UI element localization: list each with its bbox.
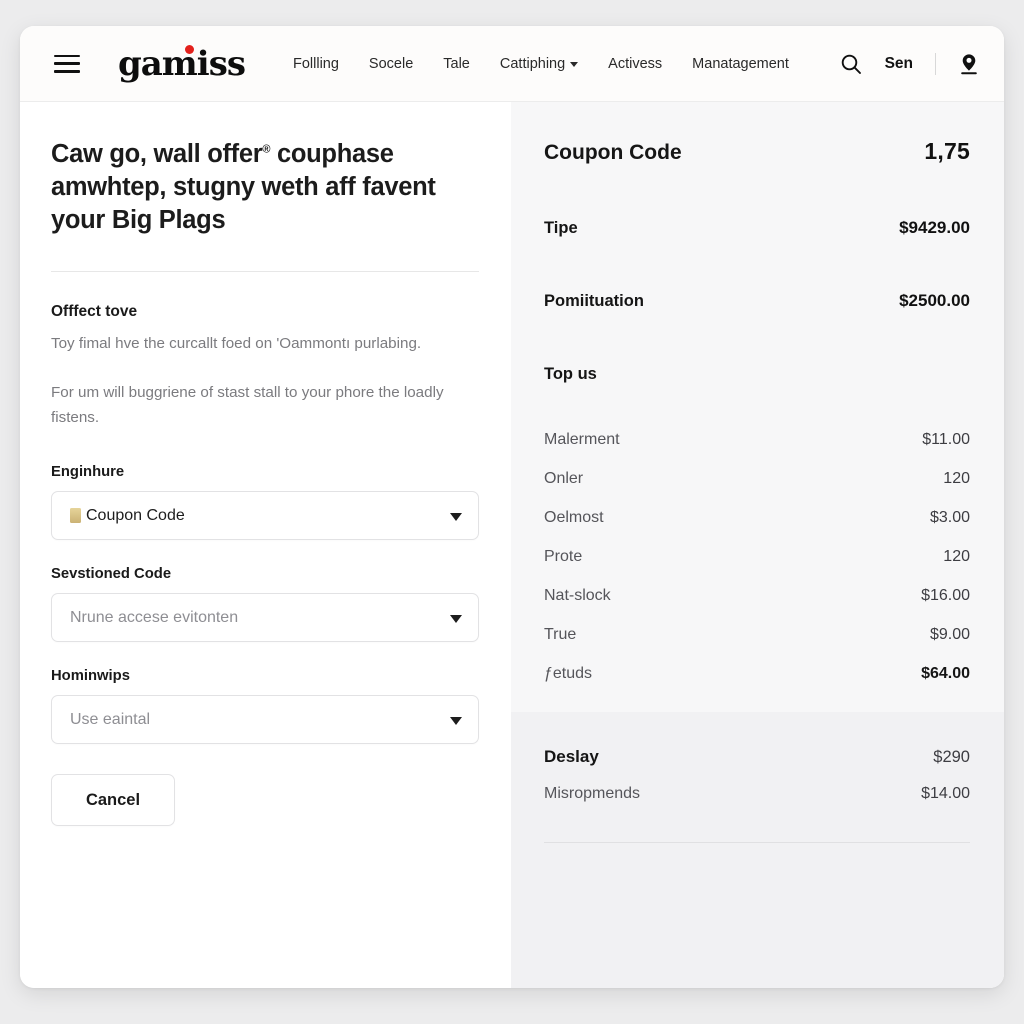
line-item-value: $9.00	[929, 625, 970, 643]
line-item-row: Onler 120	[544, 459, 970, 498]
nav-item-tale[interactable]: Tale	[443, 56, 470, 72]
select-placeholder: Use eaintal	[70, 710, 151, 728]
hominwips-select[interactable]: Use eaintal	[51, 695, 479, 745]
line-item-row: Nat-slock $16.00	[544, 576, 970, 615]
line-item-value: $11.00	[922, 430, 970, 448]
line-item-label: ƒetuds	[544, 664, 593, 682]
nav-item-socele[interactable]: Socele	[369, 56, 413, 72]
summary-top-section: Coupon Code 1,75 Tipe $9429.00 Pomiituat…	[511, 102, 1004, 384]
description-paragraph-1: Toy fimal hve the curcallt foed on 'Oamm…	[51, 335, 422, 353]
line-item-label: Malerment	[544, 430, 620, 448]
line-item-label: Oelmost	[544, 508, 604, 526]
field-group-sevstioned-code: Sevstioned Code Nrune accese evitonten	[51, 566, 479, 643]
nav-item-cattiphing[interactable]: Cattiphing	[499, 55, 579, 72]
line-items-list: Malerment $11.00 Onler 120 Oelmost $3.00…	[511, 420, 1004, 693]
summary-headline-label: Coupon Code	[544, 141, 682, 164]
line-item-label: Onler	[544, 469, 584, 487]
page-title-main: Caw go, wall offer	[51, 140, 263, 168]
line-item-row: Oelmost $3.00	[544, 498, 970, 537]
field-group-enginhure: Enginhure Coupon Code	[51, 464, 479, 541]
header-divider	[935, 52, 936, 75]
line-item-row: Prote 120	[544, 537, 970, 576]
nav-item-activess[interactable]: Activess	[608, 56, 662, 72]
field-label: Hominwips	[51, 668, 130, 685]
brand-red-dot-icon	[185, 44, 194, 54]
nav-item-label: Follling	[292, 55, 339, 72]
coupon-ticket-icon	[70, 508, 81, 524]
total-row-label: Deslay	[544, 747, 599, 766]
nav-item-follling[interactable]: Follling	[293, 56, 339, 72]
hamburger-bar	[54, 69, 80, 73]
select-placeholder: Nrune accese evitonten	[70, 608, 239, 626]
total-row-value: $14.00	[921, 785, 970, 802]
chevron-down-icon	[570, 62, 579, 67]
chevron-down-icon	[450, 716, 462, 725]
totals-divider	[544, 842, 970, 843]
page-title: Caw go, wall offer® couphase amwhtep, st…	[51, 138, 479, 237]
content-area: Caw go, wall offer® couphase amwhtep, st…	[20, 102, 1004, 988]
section-heading: Offfect tove	[51, 303, 138, 321]
nav-item-label: Manatagement	[692, 55, 789, 72]
hamburger-bar	[54, 62, 80, 65]
brand-logo-text: gamiss	[118, 43, 246, 84]
nav-item-label: Activess	[608, 55, 663, 72]
account-pin-icon[interactable]	[958, 52, 980, 76]
total-row-label: Misropmends	[544, 785, 641, 802]
summary-row-label: Pomiituation	[544, 292, 644, 310]
line-item-value: $64.00	[921, 664, 970, 682]
nav-item-label: Tale	[443, 55, 470, 72]
line-item-row: True $9.00	[544, 615, 970, 654]
chevron-down-icon	[450, 614, 462, 623]
line-item-row: ƒetuds $64.00	[544, 654, 970, 693]
total-row-misropmends: Misropmends $14.00	[544, 776, 970, 812]
summary-headline-value: 1,75	[924, 138, 970, 164]
nav-item-label: Cattiphing	[499, 55, 566, 72]
line-item-row: Malerment $11.00	[544, 420, 970, 459]
chevron-down-icon	[450, 512, 462, 521]
summary-row-value: $2500.00	[899, 291, 970, 310]
app-window: gamiss Follling Socele Tale Cattiphing A…	[20, 26, 1004, 988]
line-item-label: True	[544, 625, 577, 643]
enginhure-select[interactable]: Coupon Code	[51, 491, 479, 541]
brand-logo[interactable]: gamiss	[118, 43, 246, 84]
summary-row-value: $9429.00	[899, 218, 970, 237]
summary-row-tipe: Tipe $9429.00	[544, 218, 970, 238]
line-item-value: 120	[943, 469, 970, 487]
line-item-value: $3.00	[929, 508, 970, 526]
header-actions: Sen	[839, 52, 980, 76]
main-navigation: Follling Socele Tale Cattiphing Activess…	[293, 56, 833, 72]
field-label: Sevstioned Code	[51, 566, 172, 583]
sevstioned-code-select[interactable]: Nrune accese evitonten	[51, 593, 479, 643]
summary-headline-row: Coupon Code 1,75	[544, 138, 970, 165]
checkout-form-panel: Caw go, wall offer® couphase amwhtep, st…	[20, 102, 511, 988]
line-item-value: 120	[943, 547, 970, 565]
line-item-label: Prote	[544, 547, 583, 565]
signin-button[interactable]: Sen	[885, 55, 913, 73]
total-row-deslay: Deslay $290	[544, 738, 970, 776]
summary-totals-section: Deslay $290 Misropmends $14.00	[511, 712, 1004, 988]
description-paragraph-2: For um will buggriene of stast stall to …	[51, 384, 444, 426]
site-header: gamiss Follling Socele Tale Cattiphing A…	[20, 26, 1004, 102]
hamburger-menu-icon[interactable]	[54, 54, 80, 73]
title-divider	[51, 271, 479, 273]
nav-item-label: Socele	[368, 55, 414, 72]
field-label: Enginhure	[51, 464, 125, 481]
line-item-value: $16.00	[921, 586, 970, 604]
order-summary-panel: Coupon Code 1,75 Tipe $9429.00 Pomiituat…	[511, 102, 1004, 988]
field-group-hominwips: Hominwips Use eaintal	[51, 668, 479, 745]
nav-item-manatagement[interactable]: Manatagement	[692, 56, 789, 72]
summary-row-pomiituation: Pomiituation $2500.00	[544, 291, 970, 311]
select-value: Coupon Code	[86, 506, 185, 524]
line-items-group-title: Top us	[544, 365, 597, 383]
cancel-button[interactable]: Cancel	[51, 774, 175, 827]
search-icon[interactable]	[839, 52, 863, 76]
line-item-label: Nat-slock	[544, 586, 611, 604]
summary-row-label: Tipe	[544, 219, 578, 237]
hamburger-bar	[54, 54, 80, 58]
total-row-value: $290	[933, 748, 970, 766]
